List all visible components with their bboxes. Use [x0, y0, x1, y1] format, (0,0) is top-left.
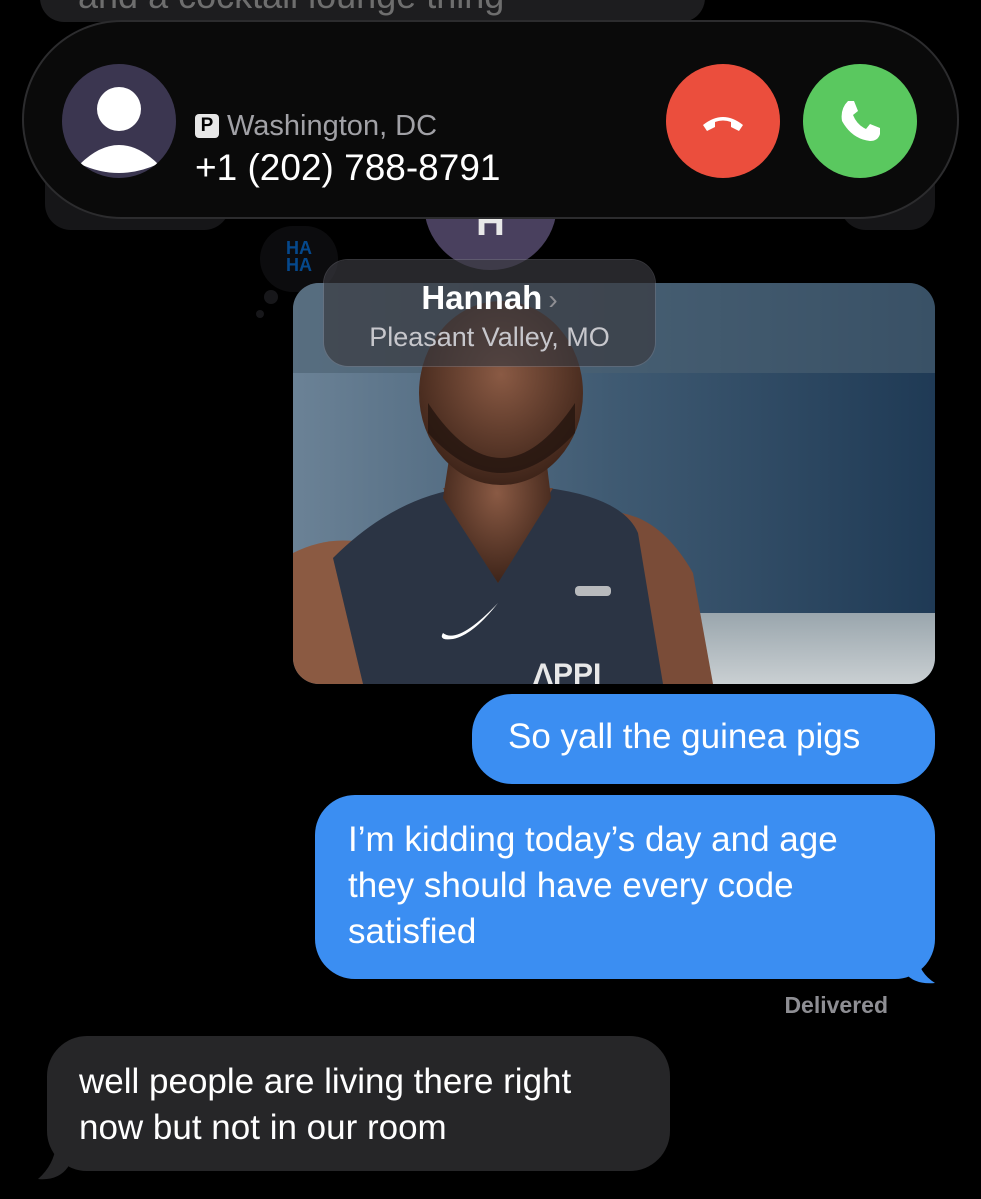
caller-location: P Washington, DC [195, 108, 437, 144]
contact-location: Pleasant Valley, MO [369, 322, 610, 352]
svg-text:ΛPPI: ΛPPI [533, 658, 601, 684]
contact-name: Hannah › [324, 278, 655, 320]
contact-name-text: Hannah [421, 279, 543, 316]
contact-header[interactable]: Hannah › Pleasant Valley, MO [324, 260, 655, 366]
previous-message-bubble: and a cocktail lounge thing [40, 0, 705, 22]
bubble-tail-icon [38, 1145, 68, 1180]
incoming-call-banner[interactable]: P Washington, DC +1 (202) 788-8791 [24, 22, 957, 217]
outgoing-message[interactable]: So yall the guinea pigs [472, 694, 935, 784]
messages-screen: and a cocktail lounge thing H HAHA [0, 0, 981, 1199]
caller-location-text: Washington, DC [227, 110, 438, 142]
location-badge-icon: P [195, 114, 219, 138]
caller-number: +1 (202) 788-8791 [195, 147, 501, 188]
chevron-right-icon: › [548, 284, 558, 315]
caller-avatar [62, 64, 176, 178]
tapback-tail-dot-small [256, 310, 264, 318]
delivered-status: Delivered [784, 992, 888, 1018]
accept-call-button[interactable] [803, 64, 917, 178]
decline-call-button[interactable] [666, 64, 780, 178]
person-silhouette-icon [80, 87, 158, 173]
phone-icon [841, 101, 880, 141]
phone-hangup-icon [703, 117, 743, 131]
bubble-tail-icon [905, 955, 935, 984]
incoming-message[interactable]: well people are living there right now b… [47, 1036, 670, 1171]
outgoing-message[interactable]: I’m kidding today’s day and age they sho… [315, 795, 935, 979]
tapback-tail-dot [264, 290, 278, 304]
